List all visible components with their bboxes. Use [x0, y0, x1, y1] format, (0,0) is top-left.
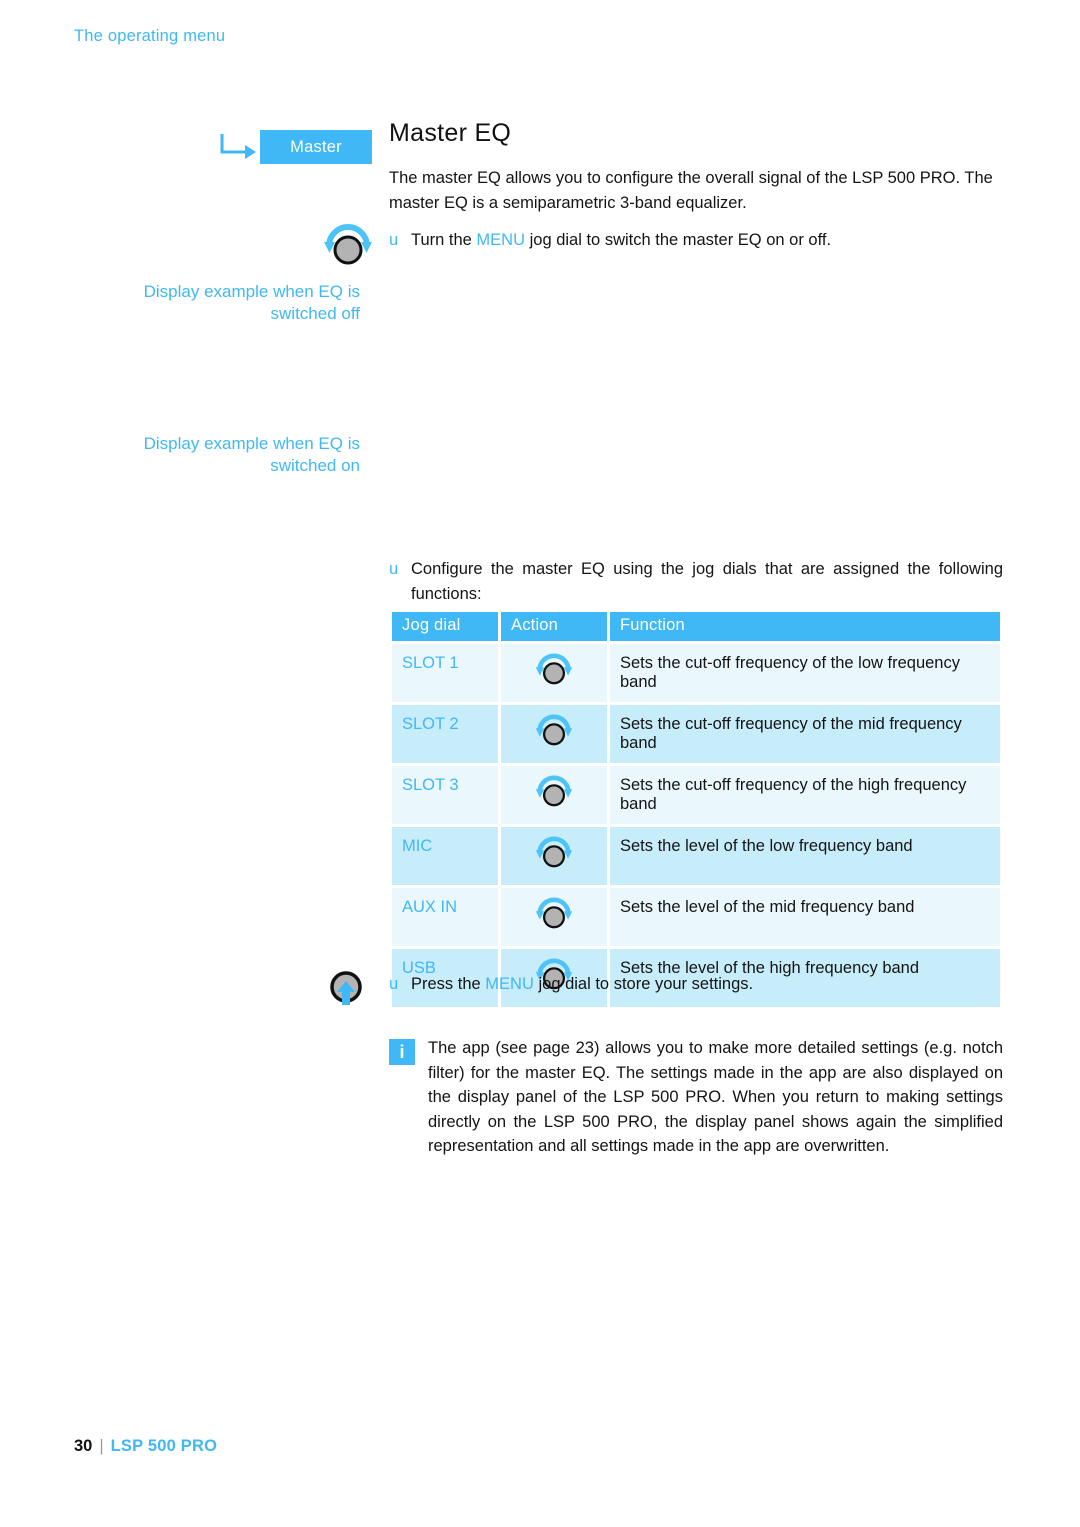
page-footer: 30 | LSP 500 PRO: [74, 1437, 217, 1456]
footer-separator: |: [99, 1437, 104, 1455]
jog-dial-turn-icon: [324, 224, 372, 265]
cell-function: Sets the cut-off frequency of the low fr…: [610, 644, 1000, 702]
jog-dial-turn-icon: [535, 775, 573, 807]
intro-paragraph: The master EQ allows you to configure th…: [389, 169, 993, 212]
column-header-action: Action: [501, 612, 607, 641]
step-text: Turn the MENU jog dial to switch the mas…: [411, 228, 1003, 253]
jog-dial-turn-icon: [535, 836, 573, 868]
jog-dial-turn-icon: [535, 653, 573, 685]
cell-jog-dial: MIC: [392, 827, 498, 885]
master-menu-tag: Master: [216, 130, 372, 164]
step-press-menu: u Press the MENU jog dial to store your …: [389, 972, 1003, 997]
cell-action: [501, 705, 607, 763]
table-header-row: Jog dial Action Function: [392, 612, 1000, 641]
footer-page-number: 30: [74, 1437, 93, 1455]
column-header-jog-dial: Jog dial: [392, 612, 498, 641]
margin-note-eq-off: Display example when EQ is switched off: [143, 282, 360, 323]
cell-jog-dial: SLOT 2: [392, 705, 498, 763]
cell-function: Sets the level of the low frequency band: [610, 827, 1000, 885]
cell-function: Sets the level of the mid frequency band: [610, 888, 1000, 946]
step-turn-menu: u Turn the MENU jog dial to switch the m…: [389, 228, 1003, 253]
jog-dial-function-table: Jog dial Action Function SLOT 1 Sets the…: [389, 609, 1003, 1010]
info-note-text: The app (see page 23) allows you to make…: [428, 1039, 1003, 1155]
menu-accent: MENU: [485, 975, 534, 993]
table-row: SLOT 3 Sets the cut-off frequency of the…: [392, 766, 1000, 824]
cell-jog-dial: SLOT 3: [392, 766, 498, 824]
step-text: Press the MENU jog dial to store your se…: [411, 972, 1003, 997]
info-note: i The app (see page 23) allows you to ma…: [389, 1036, 1003, 1159]
document-page: The operating menu Master Master EQ The …: [0, 0, 1080, 1527]
cell-action: [501, 888, 607, 946]
cell-action: [501, 766, 607, 824]
jog-dial-turn-icon: [535, 714, 573, 746]
master-chip-label: Master: [260, 130, 372, 164]
step-bullet: u: [389, 975, 399, 993]
margin-note-eq-on: Display example when EQ is switched on: [143, 434, 360, 475]
step-text-after: jog dial to store your settings.: [533, 975, 754, 993]
display-example-eq-on: [389, 427, 1003, 545]
running-header: The operating menu: [74, 27, 226, 45]
cell-action: [501, 827, 607, 885]
jog-dial-press-icon: [330, 971, 362, 1005]
footer-product-name: LSP 500 PRO: [110, 1437, 218, 1455]
elbow-arrow-icon: [220, 134, 256, 159]
info-icon: i: [389, 1039, 415, 1065]
cell-function: Sets the cut-off frequency of the mid fr…: [610, 705, 1000, 763]
cell-action: [501, 644, 607, 702]
column-header-function: Function: [610, 612, 1000, 641]
menu-accent: MENU: [476, 231, 526, 249]
table-row: AUX IN Sets the level of the mid frequen…: [392, 888, 1000, 946]
table-row: SLOT 1 Sets the cut-off frequency of the…: [392, 644, 1000, 702]
table-row: SLOT 2 Sets the cut-off frequency of the…: [392, 705, 1000, 763]
cell-function: Sets the cut-off frequency of the high f…: [610, 766, 1000, 824]
step-text-after: jog dial to switch the master EQ on or o…: [525, 231, 832, 249]
cell-jog-dial: SLOT 1: [392, 644, 498, 702]
page-title: Master EQ: [389, 119, 512, 147]
step-configure-eq: u Configure the master EQ using the jog …: [389, 557, 1003, 606]
step-bullet: u: [389, 231, 399, 249]
step-text-before: Turn the: [411, 231, 477, 249]
jog-dial-turn-icon: [535, 897, 573, 929]
step-text: Configure the master EQ using the jog di…: [411, 560, 1003, 603]
cell-jog-dial: AUX IN: [392, 888, 498, 946]
step-bullet: u: [389, 560, 399, 578]
table-row: MIC Sets the level of the low frequency …: [392, 827, 1000, 885]
step-text-before: Press the: [411, 975, 486, 993]
display-example-eq-off: [389, 275, 1003, 415]
